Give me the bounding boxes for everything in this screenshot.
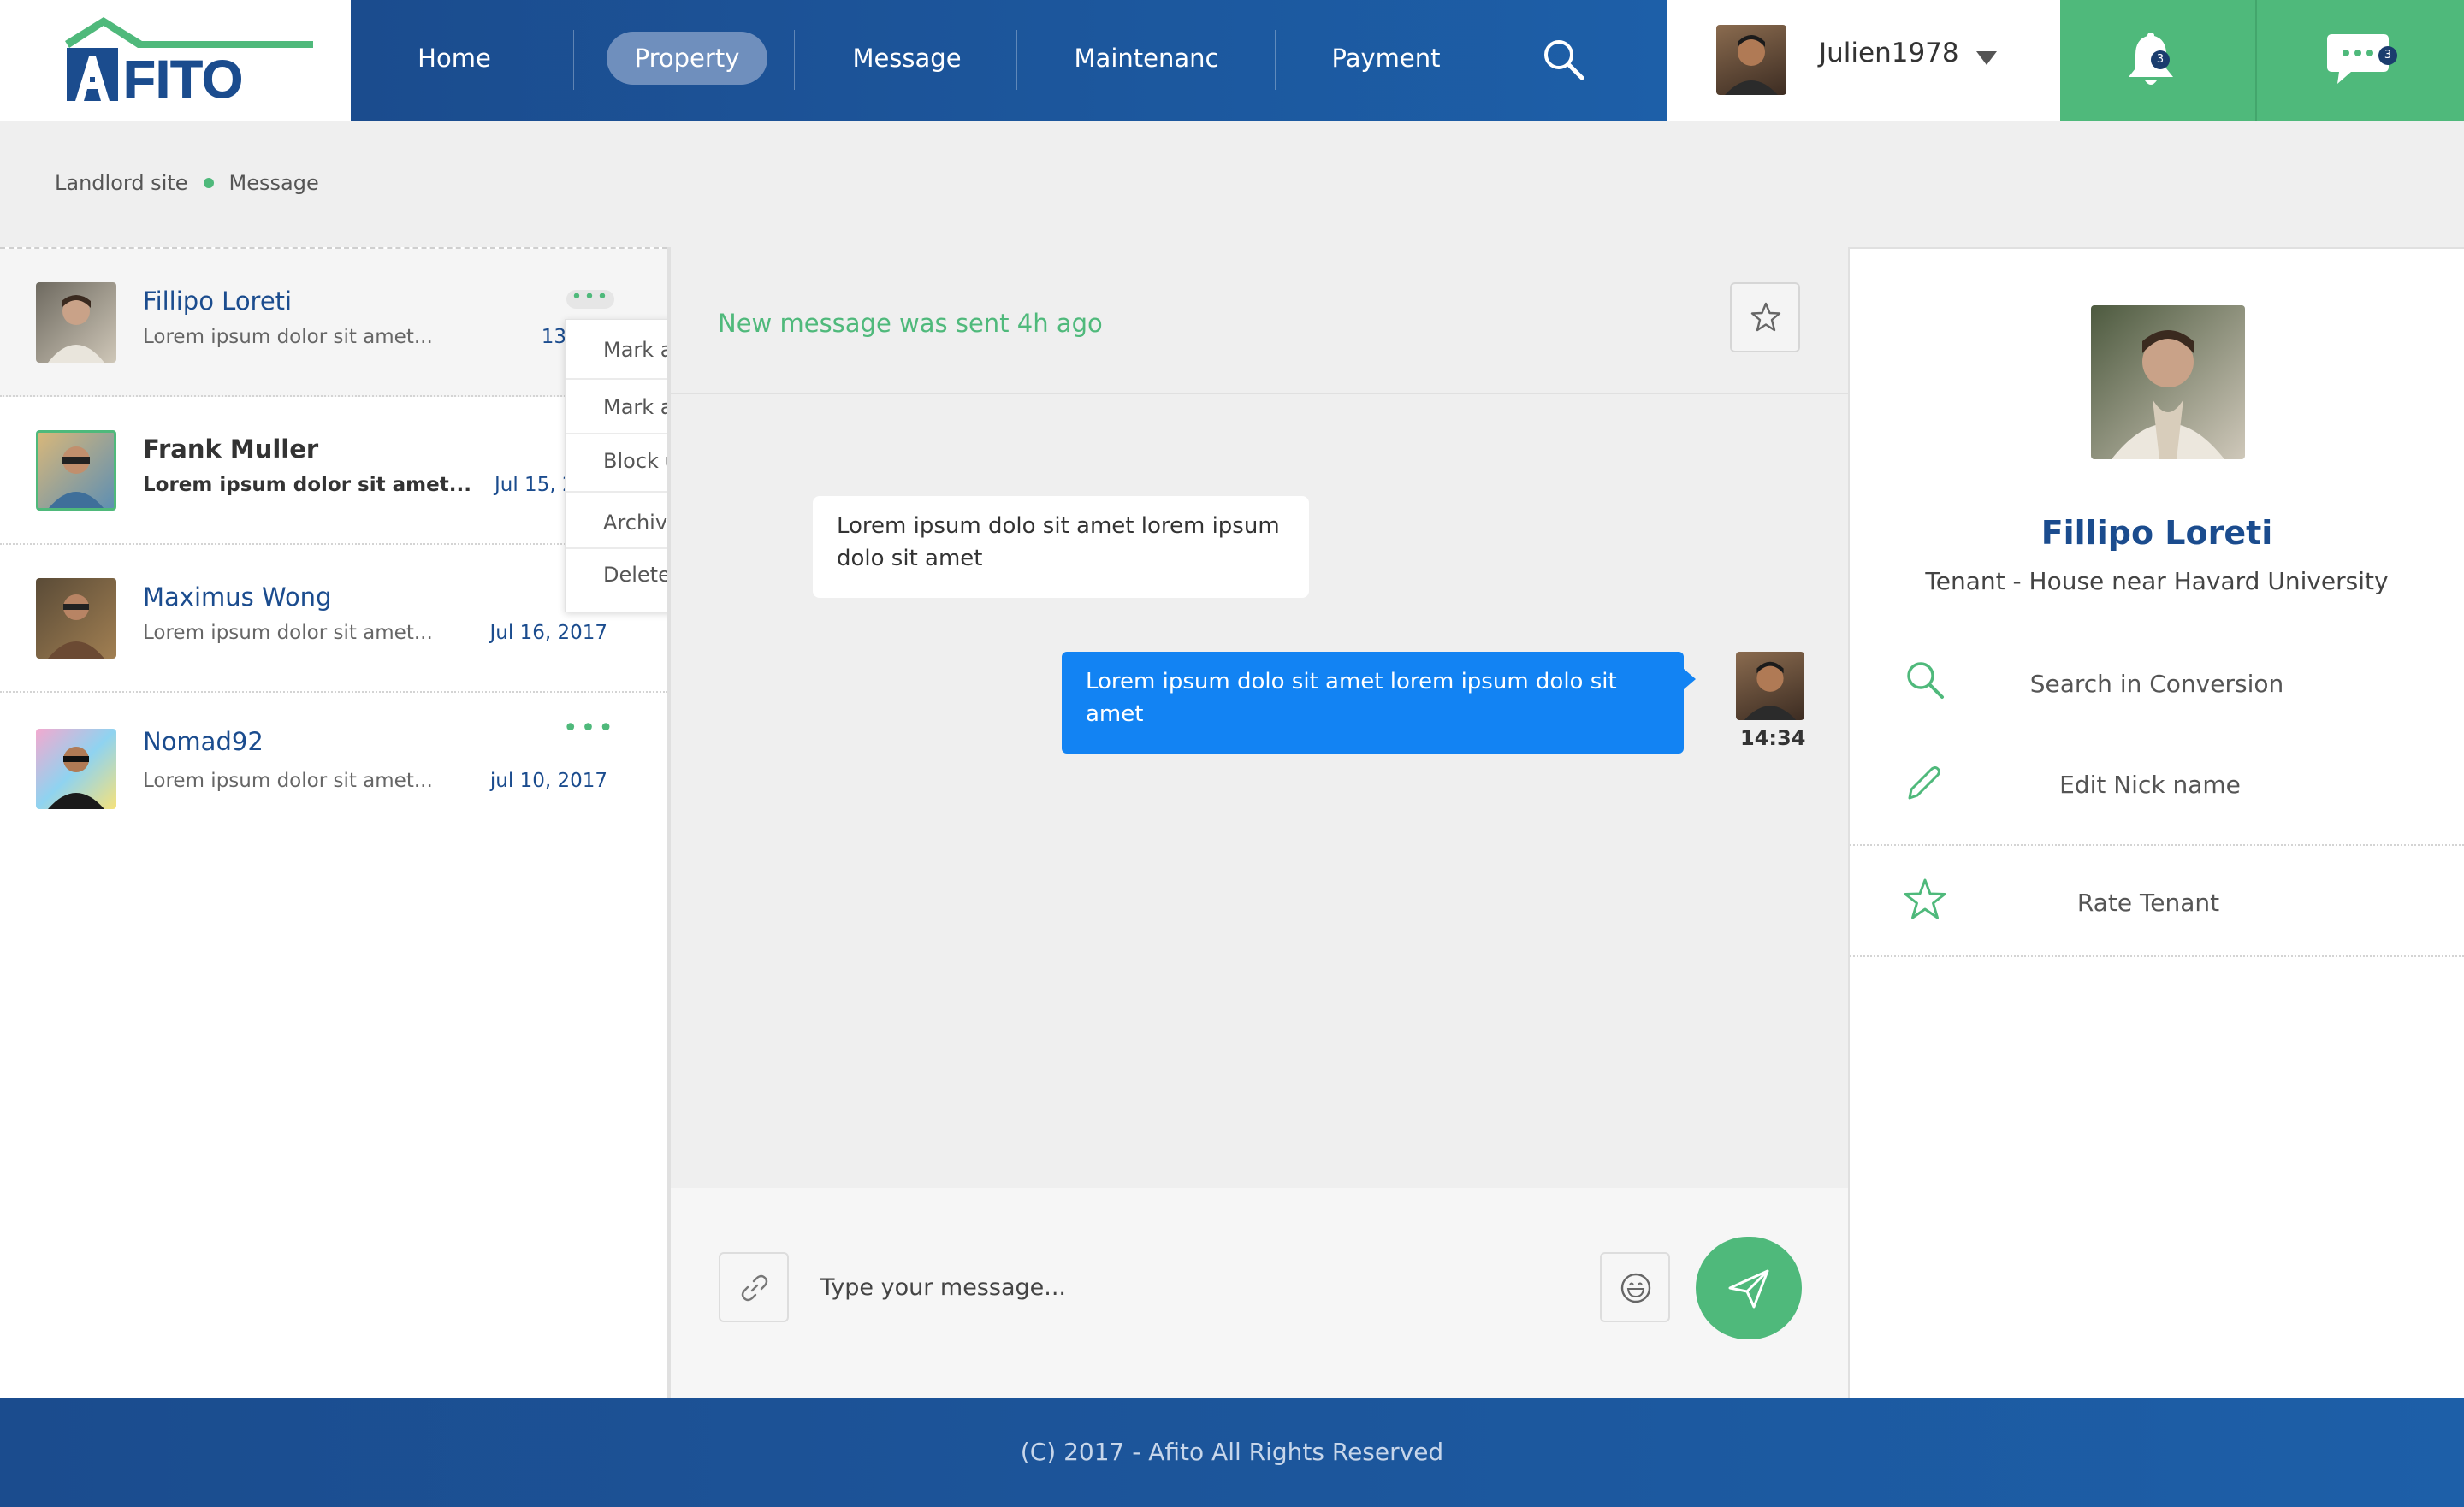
nav-payment[interactable]: Payment xyxy=(1309,32,1463,85)
contact-preview: Lorem ipsum dolor sit amet... xyxy=(143,622,433,644)
send-button[interactable] xyxy=(1696,1237,1802,1339)
bell-badge: 3 xyxy=(2151,50,2170,69)
user-name: Julien1978 xyxy=(1819,38,1959,68)
contact-name: Nomad92 xyxy=(143,727,264,756)
messages-badge: 3 xyxy=(2378,46,2397,65)
more-options-icon[interactable]: ••• xyxy=(563,713,616,743)
rate-tenant-action[interactable]: Rate Tenant xyxy=(1850,848,2464,957)
attach-button[interactable] xyxy=(719,1252,789,1322)
footer: (C) 2017 - Afito All Rights Reserved xyxy=(0,1398,2464,1507)
nav-divider xyxy=(1016,30,1017,90)
send-icon xyxy=(1728,1269,1769,1309)
contact-name: Frank Muller xyxy=(143,434,319,464)
action-label: Rate Tenant xyxy=(2076,889,2220,917)
logo-mark: FITO xyxy=(65,17,313,109)
emoji-icon xyxy=(1620,1273,1651,1303)
message-input[interactable] xyxy=(820,1255,1590,1320)
nav-divider xyxy=(1275,30,1276,90)
profile-role: Tenant - House near Havard University xyxy=(1925,567,2389,595)
nav-message[interactable]: Message xyxy=(830,32,984,85)
search-conversation-action[interactable]: Search in Conversion xyxy=(1850,641,2464,743)
contact-name: Fillipo Loreti xyxy=(143,287,293,316)
contact-preview: Lorem ipsum dolor sit amet... xyxy=(143,770,433,792)
conversation-item[interactable]: Nomad92 ••• Lorem ipsum dolor sit amet..… xyxy=(0,693,667,841)
emoji-button[interactable] xyxy=(1600,1252,1670,1322)
contact-preview: Lorem ipsum dolor sit amet... xyxy=(143,326,433,348)
profile-name: Fillipo Loreti xyxy=(2040,514,2273,552)
user-menu[interactable]: Julien1978 xyxy=(1667,0,2060,121)
messages-button[interactable]: 3 xyxy=(2255,0,2464,121)
outgoing-message: Lorem ipsum dolo sit amet lorem ipsum do… xyxy=(1062,652,1696,754)
edit-nickname-action[interactable]: Edit Nick name xyxy=(1850,743,2464,846)
contact-avatar xyxy=(36,578,116,659)
nav-divider xyxy=(573,30,574,90)
chat-status-text: New message was sent 4h ago xyxy=(718,309,1103,338)
breadcrumb: Landlord site Message xyxy=(55,171,319,195)
incoming-message: Lorem ipsum dolo sit amet lorem ipsum do… xyxy=(813,496,1309,598)
nav-home[interactable]: Home xyxy=(397,32,512,85)
contact-avatar xyxy=(36,282,116,363)
user-avatar xyxy=(1716,25,1786,95)
profile-panel: Fillipo Loreti Tenant - House near Havar… xyxy=(1848,247,2464,1398)
contact-avatar xyxy=(36,729,116,809)
favorite-button[interactable] xyxy=(1730,282,1800,352)
contact-avatar xyxy=(36,430,116,511)
link-icon xyxy=(741,1274,768,1302)
contact-preview: Lorem ipsum dolor sit amet... xyxy=(143,474,471,496)
action-label: Edit Nick name xyxy=(2059,771,2241,799)
message-composer xyxy=(671,1188,1848,1398)
copyright-text: (C) 2017 - Afito All Rights Reserved xyxy=(1020,1438,1444,1466)
star-icon xyxy=(1750,302,1781,332)
more-options-icon[interactable]: ••• xyxy=(566,288,614,309)
breadcrumb-current: Message xyxy=(228,171,319,195)
chevron-down-icon[interactable] xyxy=(1975,50,1999,70)
main-nav: Home Property Message Maintenanc Payment xyxy=(351,0,1667,121)
nav-maintenance[interactable]: Maintenanc xyxy=(1052,32,1241,85)
top-header: FITO Home Property Message Maintenanc Pa… xyxy=(0,0,2464,121)
action-label: Search in Conversion xyxy=(2029,670,2284,698)
nav-search-icon[interactable] xyxy=(1542,38,1590,86)
svg-text:FITO: FITO xyxy=(123,50,243,109)
profile-avatar xyxy=(2091,305,2245,459)
contact-date: Jul 15, 2 xyxy=(495,474,575,496)
nav-property[interactable]: Property xyxy=(607,32,767,85)
chat-header: New message was sent 4h ago xyxy=(671,247,1848,394)
message-time: 14:34 xyxy=(1740,726,1806,750)
contact-date: 13 xyxy=(541,326,566,348)
logo[interactable]: FITO xyxy=(0,0,351,121)
contact-date: jul 10, 2017 xyxy=(489,770,607,792)
contact-name: Maximus Wong xyxy=(143,582,332,612)
breadcrumb-separator xyxy=(203,178,214,188)
notifications-button[interactable]: 3 xyxy=(2060,0,2255,121)
nav-divider xyxy=(794,30,795,90)
breadcrumb-root[interactable]: Landlord site xyxy=(55,171,188,195)
contact-date: Jul 16, 2017 xyxy=(489,622,607,644)
chat-panel: New message was sent 4h ago Lorem ipsum … xyxy=(667,247,1848,1398)
sender-avatar xyxy=(1736,652,1804,720)
